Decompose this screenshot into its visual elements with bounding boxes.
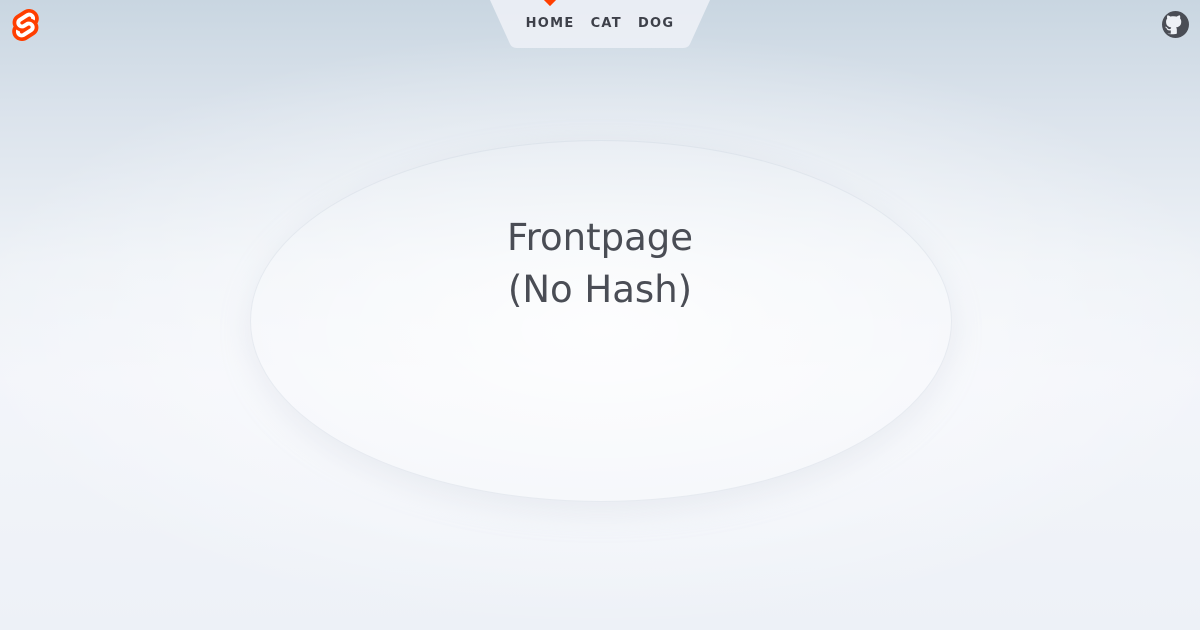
github-icon [1161,10,1189,38]
svelte-logo-link[interactable] [11,9,39,41]
background-ring-decoration [250,140,952,502]
svelte-logo-icon [11,9,39,41]
top-navigation: HOME CAT DOG [490,0,710,48]
nav-item-label: HOME [525,16,575,31]
nav-item-cat[interactable]: CAT [591,0,622,48]
nav-item-dog[interactable]: DOG [638,0,674,48]
active-page-indicator [543,0,558,7]
nav-item-label: CAT [590,16,622,31]
github-link[interactable] [1161,10,1189,38]
page-title: Frontpage (No Hash) [0,212,1200,316]
nav-item-home[interactable]: HOME [526,0,575,48]
nav-item-label: DOG [637,16,675,31]
page-title-line-1: Frontpage [507,216,693,259]
page-title-line-2: (No Hash) [507,268,693,311]
nav-list: HOME CAT DOG [490,0,710,48]
